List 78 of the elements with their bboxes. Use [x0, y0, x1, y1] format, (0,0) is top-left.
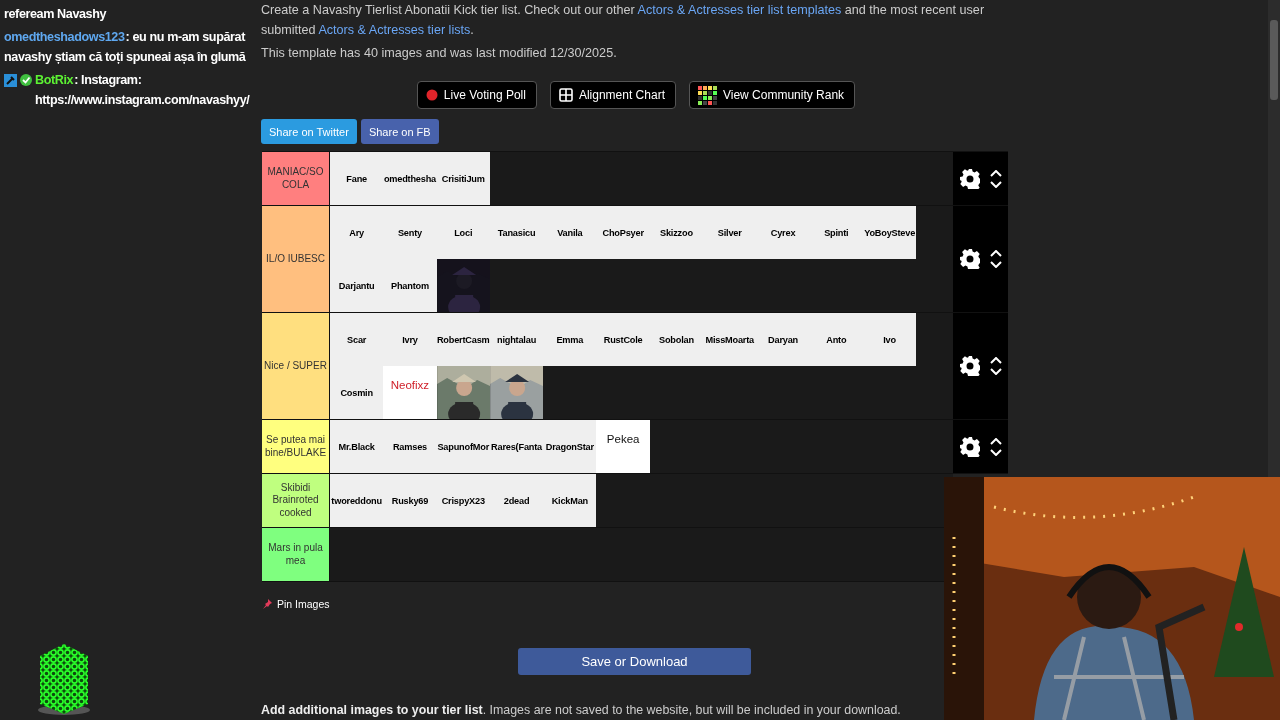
tier-label[interactable]: Se putea mai bine/BULAKE — [262, 420, 329, 473]
tier-item[interactable]: Skizzoo — [649, 206, 704, 259]
tool-button[interactable]: View Community Rank — [688, 81, 856, 109]
tier-item[interactable]: omedthesha — [383, 152, 437, 205]
move-up-icon[interactable] — [989, 169, 1002, 177]
tier-label[interactable]: MANIAC/SOCOLA — [262, 152, 329, 205]
share-button[interactable]: Share on FB — [360, 119, 439, 144]
tier-item[interactable]: Mr.Black — [330, 420, 384, 473]
tier-item[interactable]: Ary — [330, 206, 384, 259]
tier-label[interactable]: Skibidi Brainroted cooked — [262, 474, 329, 527]
tier-item[interactable]: Scar — [330, 313, 384, 366]
tier-item[interactable]: Ivry — [383, 313, 437, 366]
tier-item[interactable]: nightalau — [489, 313, 544, 366]
tier-item[interactable]: Ivo — [862, 313, 917, 366]
tier-item[interactable]: RobertCasm — [436, 313, 490, 366]
tier-item[interactable]: KickMan — [543, 474, 597, 527]
tier-item[interactable]: Rares(Fanta — [489, 420, 544, 473]
tier-item[interactable]: 2dead — [489, 474, 544, 527]
chat-message: BotRix: Instagram: https://www.instagram.com/navashyy/ — [35, 71, 251, 109]
tier-item[interactable]: Cyrex — [756, 206, 810, 259]
move-down-icon[interactable] — [989, 180, 1002, 188]
footer-text: Add additional images to your tier list. Images are not saved to the website, but will be included in your download. — [261, 703, 902, 717]
tier-item[interactable]: Fane — [330, 152, 384, 205]
tool-button[interactable]: Alignment Chart — [549, 81, 676, 109]
tier-item[interactable]: Rusky69 — [383, 474, 437, 527]
tier-item[interactable]: DragonStar — [543, 420, 597, 473]
move-up-icon[interactable] — [989, 357, 1002, 364]
settings-icon[interactable] — [959, 168, 980, 189]
chat-message: refeream Navashy — [4, 6, 108, 23]
pin-images-toggle[interactable]: Pin Images — [277, 598, 330, 610]
tool-button[interactable]: Live Voting Poll — [416, 81, 537, 109]
tier-item[interactable]: tworeddonu — [330, 474, 384, 527]
tier-item[interactable]: Cosmin — [330, 366, 384, 419]
tier-item[interactable]: Emma — [543, 313, 597, 366]
tier-item[interactable]: CrispyX23 — [436, 474, 490, 527]
tier-item[interactable]: Silver — [703, 206, 757, 259]
save-button[interactable]: Save or Download — [518, 648, 751, 675]
tier-item[interactable]: Anto — [809, 313, 863, 366]
tier-item[interactable]: Darjantu — [330, 259, 384, 312]
move-up-icon[interactable] — [989, 250, 1002, 257]
tier-item[interactable]: YoBoySteve — [862, 206, 917, 259]
intro-text: Create a Navashy Tierlist Abonatii Kick tier list. Check out our other Actors & Actresses tier list templates and the most recent user submitted Actors & Actresses tier lists. — [261, 2, 986, 39]
tier-item[interactable]: Daryan — [756, 313, 810, 366]
settings-icon[interactable] — [959, 356, 980, 376]
move-down-icon[interactable] — [989, 448, 1002, 456]
verified-badge-icon — [20, 73, 32, 86]
move-down-icon[interactable] — [989, 261, 1002, 268]
tier-label[interactable]: Mars in pula mea — [262, 528, 329, 581]
tier-label[interactable]: IL/O IUBESC — [262, 206, 329, 312]
template-info: This template has 40 images and was last modified 12/30/2025. — [261, 46, 618, 60]
move-up-icon[interactable] — [989, 437, 1002, 445]
tier-item[interactable]: RustCole — [596, 313, 650, 366]
tier-item[interactable]: Sobolan — [649, 313, 704, 366]
move-down-icon[interactable] — [989, 368, 1002, 375]
color-grid-icon — [697, 85, 717, 105]
grid-icon — [558, 88, 573, 102]
scrollbar-thumb[interactable] — [1270, 20, 1278, 100]
tier-item[interactable]: Spinti — [809, 206, 863, 259]
tier-item[interactable]: ChoPsyer — [596, 206, 650, 259]
settings-icon[interactable] — [959, 436, 980, 457]
template-link[interactable]: Actors & Actresses tier list templates — [637, 3, 842, 17]
cube-icon — [36, 642, 92, 718]
tier-item[interactable]: Pekea — [596, 420, 650, 473]
record-icon — [425, 89, 438, 101]
tier-item[interactable]: MissMoarta — [703, 313, 757, 366]
tier-item[interactable]: Ramses — [383, 420, 437, 473]
tier-item[interactable]: SapunofMor — [436, 420, 490, 473]
tier-item[interactable]: Neofixz — [383, 366, 437, 419]
tier-item[interactable]: Vanila — [543, 206, 597, 259]
settings-icon[interactable] — [959, 249, 980, 269]
tier-label[interactable]: Nice / SUPER — [262, 313, 329, 419]
tier-item[interactable]: Tanasicu — [489, 206, 544, 259]
tier-item[interactable]: Loci — [436, 206, 490, 259]
pin-icon — [262, 598, 273, 610]
tier-item[interactable]: Senty — [383, 206, 437, 259]
tier-item[interactable]: CrisitiJum — [436, 152, 490, 205]
tier-item[interactable]: Phantom — [383, 259, 437, 312]
chat-message: omedtheshadows123: eu nu m-am supărat navashy știam că toți spuneai așa în glumă — [4, 28, 247, 66]
